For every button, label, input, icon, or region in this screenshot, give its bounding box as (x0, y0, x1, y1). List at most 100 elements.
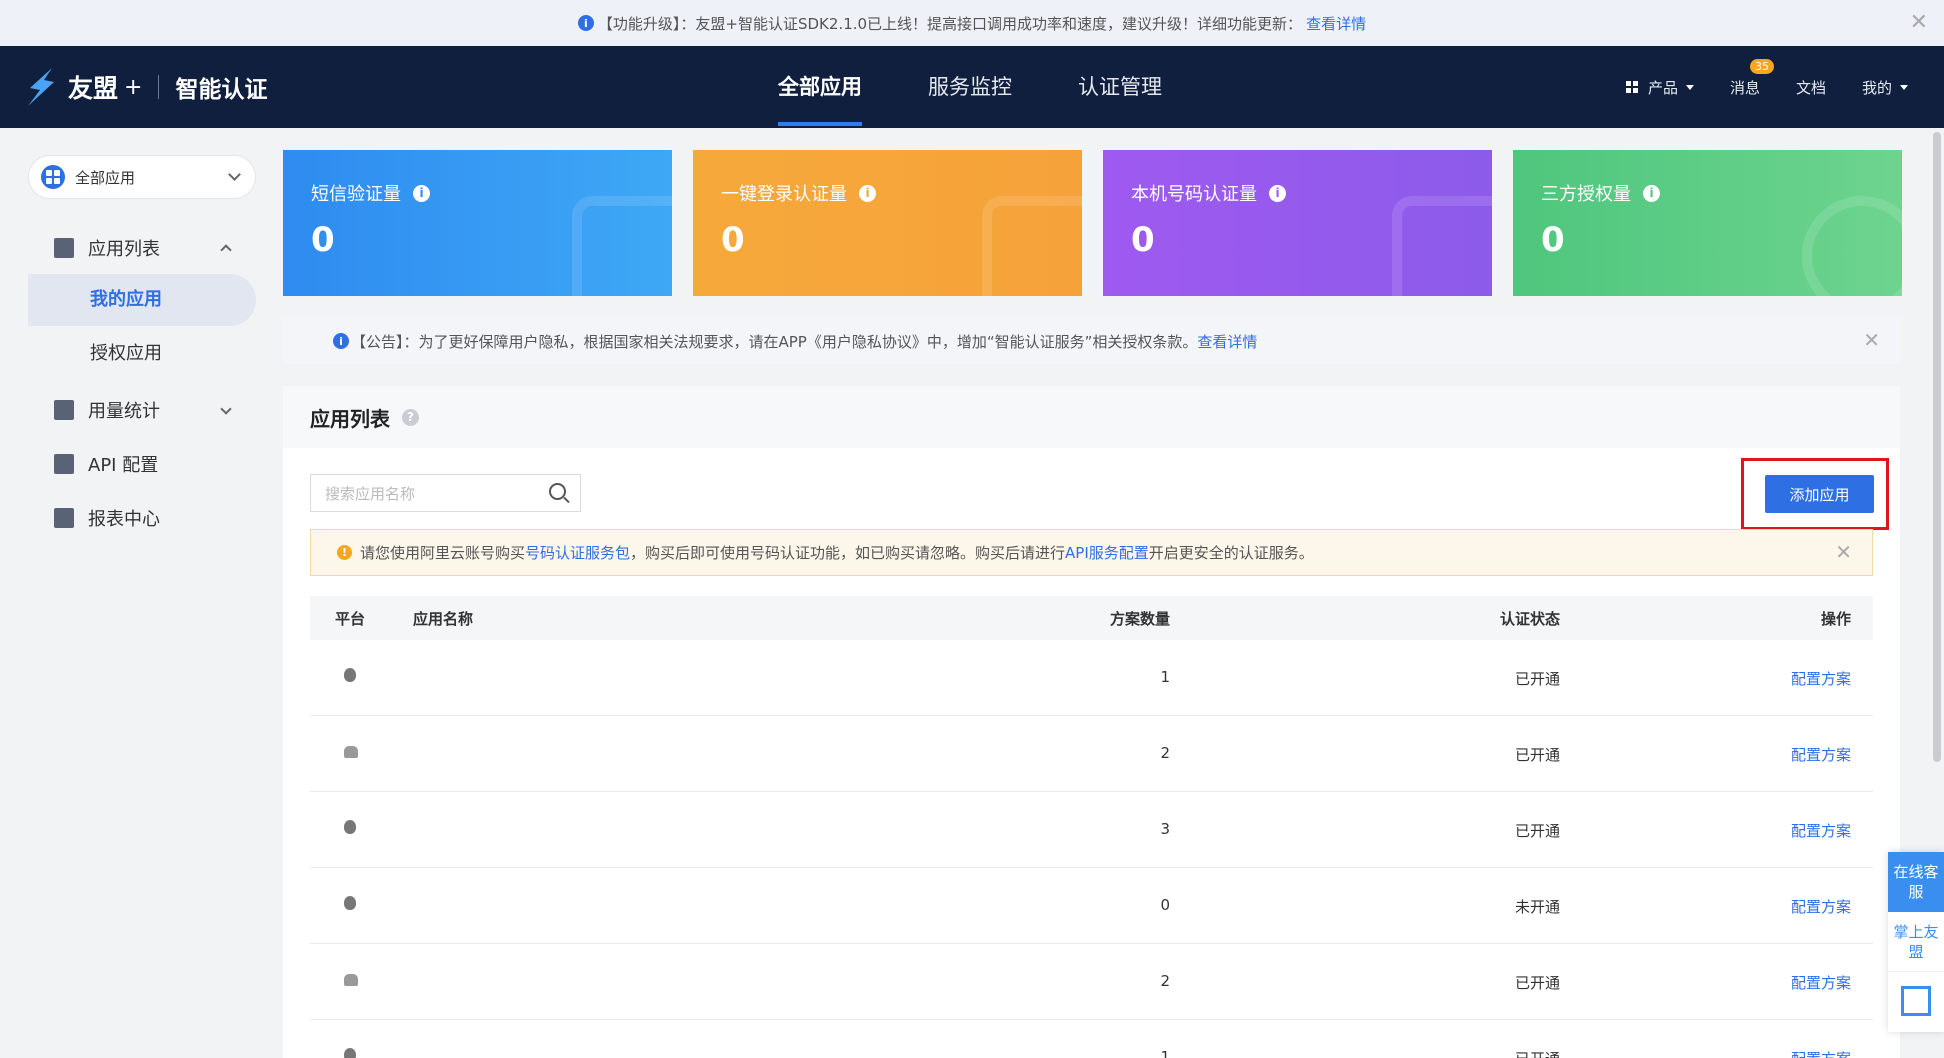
sidebar-item-api-config[interactable]: API 配置 (28, 438, 256, 490)
sidebar-item-label: API 配置 (88, 455, 159, 476)
service-package-link[interactable]: 号码认证服务包 (525, 542, 630, 563)
configure-plan-link[interactable]: 配置方案 (1791, 668, 1851, 689)
auth-status-cell: 已开通 (1450, 1048, 1560, 1058)
plan-count-cell: 0 (1160, 896, 1170, 914)
search-icon[interactable] (549, 483, 566, 500)
sidebar-item-usage-stats[interactable]: 用量统计 (28, 384, 256, 436)
card-title: 一键登录认证量 (721, 184, 847, 205)
sms-verify-card: 短信验证量 i 0 (283, 150, 672, 296)
sidebar-item-app-list[interactable]: 应用列表 (28, 222, 256, 274)
table-row: 3 已开通 配置方案 (310, 792, 1873, 868)
qr-code-icon[interactable] (1888, 972, 1944, 1030)
info-icon[interactable]: i (859, 184, 876, 202)
chevron-down-icon (220, 403, 232, 415)
info-icon: i (577, 15, 594, 31)
notice-details-link[interactable]: 查看详情 (1197, 331, 1257, 352)
user-menu[interactable]: 我的 (1862, 77, 1908, 98)
sidebar-item-my-apps[interactable]: 我的应用 (28, 274, 256, 326)
header-app-name: 应用名称 (413, 610, 474, 628)
app-select-dropdown[interactable]: 全部应用 (28, 155, 256, 199)
sidebar-item-authorized-apps[interactable]: 授权应用 (28, 328, 256, 380)
search-input[interactable]: 搜索应用名称 (310, 474, 581, 512)
announcement-banner: i 【功能升级】：友盟+智能认证SDK2.1.0已上线！提高接口调用成功率和速度… (0, 0, 1944, 46)
info-icon[interactable]: i (413, 184, 430, 202)
android-icon (344, 746, 358, 758)
warning-icon: ! (337, 545, 352, 560)
apps-icon (41, 165, 65, 189)
notice-text: 【公告】：为了更好保障用户隐私，根据国家相关法规要求，请在APP《用户隐私协议》… (351, 332, 1198, 351)
messages-label: 消息 (1729, 78, 1760, 97)
info-icon[interactable]: i (1269, 184, 1286, 202)
logo[interactable]: 友盟 + 智能认证 (22, 66, 267, 108)
sidebar-item-label: 应用列表 (88, 239, 160, 260)
purchase-warning: ! 请您使用阿里云账号购买 号码认证服务包 ，购买后即可使用号码认证功能，如已购… (310, 529, 1873, 576)
plan-count-cell: 1 (1160, 1048, 1170, 1058)
add-app-button[interactable]: 添加应用 (1765, 475, 1874, 513)
plan-count-cell: 3 (1160, 820, 1170, 838)
sidebar-item-label: 报表中心 (88, 509, 160, 530)
floating-side-panel: 在线客服 掌上友盟 (1888, 852, 1944, 1032)
tab-all-apps[interactable]: 全部应用 (778, 46, 862, 128)
warning-close-icon[interactable]: ✕ (1835, 540, 1852, 564)
docs-link[interactable]: 文档 (1796, 77, 1826, 98)
table-row: 2 已开通 配置方案 (310, 944, 1873, 1020)
products-label: 产品 (1647, 78, 1678, 97)
add-app-highlight: 添加应用 (1741, 458, 1889, 530)
header-plan-count: 方案数量 (1109, 610, 1170, 628)
header-platform: 平台 (335, 610, 366, 628)
sidebar: 全部应用 应用列表 我的应用 授权应用 用量统计 API 配置 报表中心 (0, 128, 283, 1058)
notice-close-icon[interactable]: ✕ (1863, 328, 1880, 352)
auth-status-cell: 已开通 (1514, 974, 1560, 992)
header-auth-status: 认证状态 (1499, 610, 1560, 628)
one-click-login-card: 一键登录认证量 i 0 (693, 150, 1082, 296)
products-menu[interactable]: 产品 (1625, 77, 1694, 98)
apple-icon (344, 820, 356, 834)
table-row: 2 已开通 配置方案 (310, 716, 1873, 792)
user-label: 我的 (1861, 78, 1892, 97)
banner-close-icon[interactable]: ✕ (1910, 10, 1928, 35)
banner-text: 【功能升级】：友盟+智能认证SDK2.1.0已上线！提高接口调用成功率和速度，建… (597, 14, 1303, 33)
configure-plan-link[interactable]: 配置方案 (1791, 972, 1851, 993)
banner-details-link[interactable]: 查看详情 (1306, 13, 1366, 34)
app-select-value: 全部应用 (75, 168, 136, 187)
android-icon (344, 974, 358, 986)
plan-count-cell: 2 (1160, 972, 1170, 990)
arrow-login-icon (982, 196, 1082, 296)
mobile-umeng-button[interactable]: 掌上友盟 (1888, 912, 1944, 972)
info-icon[interactable]: i (1643, 184, 1660, 202)
top-navbar: 友盟 + 智能认证 全部应用 服务监控 认证管理 产品 消息 35 文档 我的 (0, 46, 1944, 128)
main-tabs: 全部应用 服务监控 认证管理 (778, 46, 1228, 128)
card-title: 三方授权量 (1541, 184, 1631, 205)
panel-header: 应用列表 ? (283, 386, 1900, 448)
api-config-link[interactable]: API服务配置 (1065, 542, 1149, 563)
plan-count-cell: 2 (1160, 744, 1170, 762)
auth-status-cell: 已开通 (1514, 746, 1560, 764)
nav-right-menu: 产品 消息 35 文档 我的 (1625, 46, 1944, 128)
card-title: 短信验证量 (311, 184, 401, 205)
warning-text-post: 开启更安全的认证服务。 (1148, 544, 1314, 562)
messages-link[interactable]: 消息 35 (1729, 58, 1774, 98)
docs-label: 文档 (1795, 78, 1826, 97)
local-number-card: 本机号码认证量 i 0 (1103, 150, 1492, 296)
auth-status-cell: 已开通 (1514, 670, 1560, 688)
configure-plan-link[interactable]: 配置方案 (1791, 896, 1851, 917)
report-icon (54, 508, 74, 528)
online-service-button[interactable]: 在线客服 (1888, 852, 1944, 912)
configure-plan-link[interactable]: 配置方案 (1791, 820, 1851, 841)
sidebar-item-report-center[interactable]: 报表中心 (28, 492, 256, 544)
product-name: 智能认证 (175, 77, 268, 103)
configure-plan-link[interactable]: 配置方案 (1791, 1048, 1851, 1058)
table-row: 1 已开通 配置方案 (310, 1020, 1873, 1058)
tab-auth-management[interactable]: 认证管理 (1078, 46, 1162, 128)
table-row: 1 已开通 配置方案 (310, 640, 1873, 716)
configure-plan-link[interactable]: 配置方案 (1791, 744, 1851, 765)
tab-service-monitor[interactable]: 服务监控 (928, 46, 1012, 128)
scrollbar-thumb[interactable] (1933, 132, 1941, 762)
help-icon[interactable]: ? (402, 408, 419, 426)
caret-down-icon (1685, 84, 1694, 90)
info-icon: i (333, 333, 349, 349)
third-party-auth-card: 三方授权量 i 0 (1513, 150, 1902, 296)
card-title: 本机号码认证量 (1131, 184, 1257, 205)
app-list-panel: 应用列表 ? 搜索应用名称 添加应用 ! 请您使用阿里云账号购买 号码认证服务包… (283, 386, 1900, 1058)
star-icon (1802, 196, 1902, 296)
